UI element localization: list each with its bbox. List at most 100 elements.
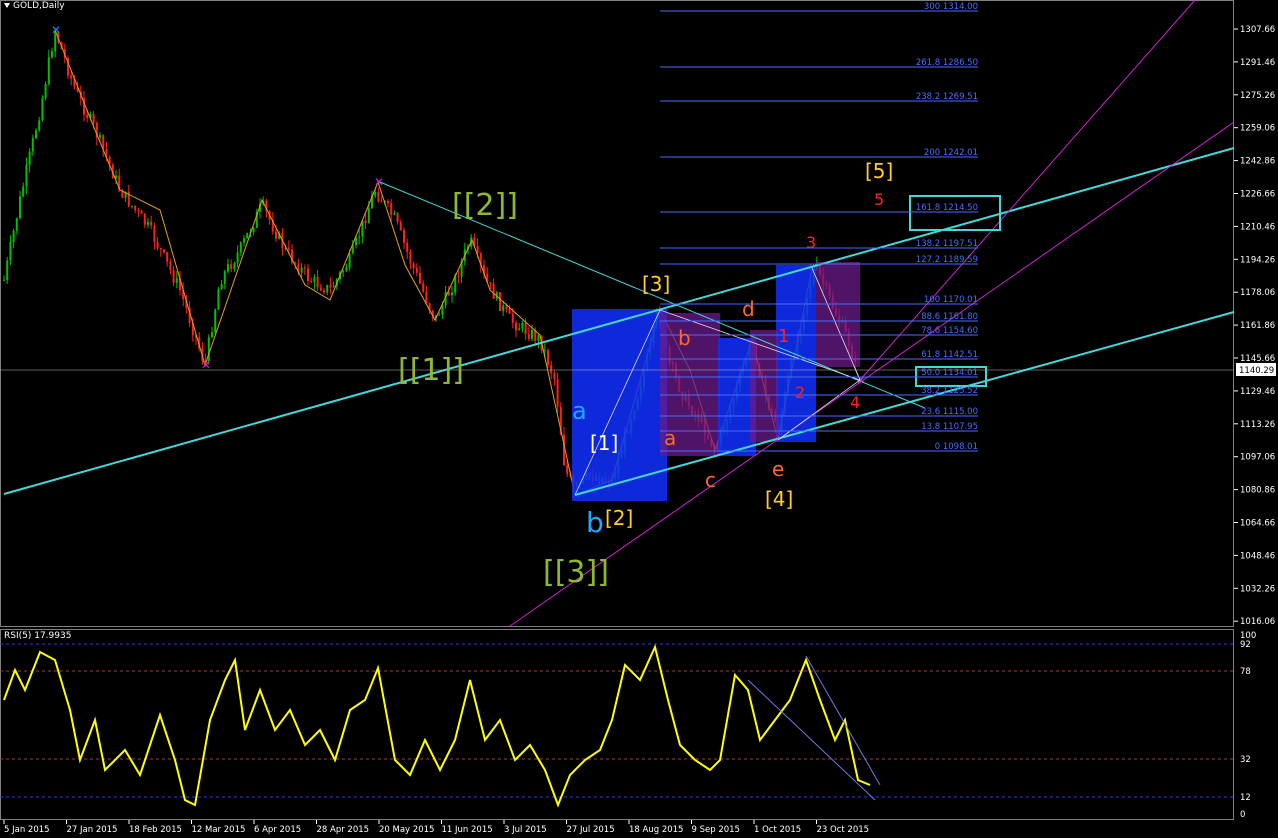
candle-body	[147, 221, 149, 225]
candle-body	[524, 323, 527, 335]
candle-body	[211, 332, 213, 338]
wave-label-w1: [1]	[590, 431, 618, 455]
candle-body	[553, 372, 556, 380]
price-tick-label: 1064.66	[1240, 519, 1275, 529]
date-tick-label: 9 Sep 2015	[692, 825, 740, 835]
price-tick-label: 1210.46	[1240, 222, 1275, 232]
candle-body	[303, 267, 306, 269]
candle-body	[44, 83, 47, 98]
date-tick-label: 11 Jun 2015	[442, 825, 493, 835]
candle-body	[550, 364, 553, 373]
wave-label-w3: [3]	[642, 272, 670, 296]
wave-label-n2: 2	[795, 383, 805, 402]
candle-body	[419, 272, 421, 284]
candle-body	[566, 465, 569, 474]
candle-body	[387, 201, 389, 204]
candle-body	[319, 287, 322, 291]
date-tick-label: 12 Mar 2015	[192, 825, 246, 835]
candle-body	[19, 196, 21, 219]
candle-body	[172, 269, 175, 283]
candle-body	[287, 247, 290, 250]
candle-body	[393, 213, 396, 215]
candle-body	[233, 263, 236, 269]
candle-body	[313, 277, 316, 283]
candle-body	[547, 350, 549, 365]
chart-canvas[interactable]: ✕✕✕✕✕✕ 300 1314.00261.8 1286.50238.2 126…	[0, 0, 1278, 838]
fib-level-label: 127.2 1189.59	[916, 255, 978, 265]
wave-label-n4: 4	[850, 393, 860, 412]
candle-body	[403, 230, 405, 243]
candle-body	[6, 260, 9, 280]
candle-body	[28, 151, 31, 165]
candle-body	[131, 205, 133, 207]
candle-body	[9, 242, 12, 261]
fib-level-label: 200 1242.01	[924, 148, 978, 158]
candle-body	[166, 252, 169, 262]
fib-level-label: 78.6 1154.60	[921, 326, 978, 336]
wave-label-w2: [2]	[605, 506, 633, 530]
candle-body	[492, 283, 495, 299]
fib-level-label: 138.2 1197.51	[916, 239, 978, 249]
date-tick-label: 27 Jan 2015	[67, 825, 118, 835]
wave-label-c_red: c	[705, 468, 716, 492]
price-tick-label: 1097.06	[1240, 453, 1275, 463]
candle-body	[220, 284, 223, 290]
fib-level-label: 238.2 1269.51	[916, 92, 978, 102]
date-tick-label: 27 Jul 2015	[567, 825, 615, 835]
date-tick-label: 18 Aug 2015	[629, 825, 683, 835]
rsi-indicator	[0, 643, 1234, 808]
candle-body	[399, 221, 402, 231]
candle-body	[332, 286, 335, 288]
candle-body	[438, 314, 441, 316]
candle-body	[499, 292, 501, 311]
candle-body	[415, 268, 418, 273]
wave-label-a_red: a	[664, 426, 676, 450]
current-price-label: 1140.29	[1239, 366, 1274, 376]
candle-body	[246, 232, 249, 239]
wave-label-b_red: b	[678, 326, 691, 350]
date-tick-label: 5 Jan 2015	[4, 825, 50, 835]
candle-body	[47, 57, 50, 84]
wave-label-b_blue: b	[586, 506, 604, 539]
wave-box	[776, 265, 816, 442]
date-tick-label: 6 Apr 2015	[254, 825, 301, 835]
pivot-arrow-icon: ✕	[374, 175, 384, 189]
candle-body	[412, 263, 415, 269]
price-tick-label: 1275.26	[1240, 91, 1275, 101]
date-tick-label: 1 Oct 2015	[754, 825, 801, 835]
chart-title[interactable]: GOLD,Daily	[4, 1, 65, 11]
candle-body	[358, 236, 361, 238]
candle-body	[153, 225, 156, 243]
wave-label-w2_big: [[2]]	[452, 188, 518, 223]
candle-body	[300, 267, 303, 273]
candle-body	[227, 264, 229, 272]
candle-body	[41, 97, 44, 121]
candle-body	[214, 309, 217, 333]
date-tick-label: 3 Jul 2015	[504, 825, 547, 835]
candle-body	[15, 218, 18, 231]
candle-body	[518, 328, 521, 331]
candle-body	[223, 271, 226, 285]
candle-body	[143, 213, 146, 225]
candle-body	[150, 221, 153, 226]
candle-body	[326, 285, 329, 293]
price-tick-label: 1178.06	[1240, 288, 1275, 298]
candle-body	[422, 283, 425, 292]
candle-body	[243, 238, 245, 243]
candle-body	[70, 75, 73, 79]
target-box	[909, 195, 1001, 231]
candle-body	[342, 271, 345, 273]
candle-body	[99, 135, 101, 138]
candle-body	[521, 323, 524, 329]
candle-body	[527, 334, 530, 340]
candle-body	[217, 289, 220, 310]
fib-level-label: 50.0 1134.01	[921, 368, 978, 378]
price-tick-label: 1194.26	[1240, 255, 1275, 265]
candle-body	[163, 249, 165, 253]
candle-body	[390, 203, 393, 215]
channel-line	[859, 0, 1196, 381]
candle-body	[348, 253, 351, 268]
date-tick-label: 23 Oct 2015	[817, 825, 870, 835]
candle-body	[345, 267, 348, 272]
candle-body	[25, 164, 28, 187]
